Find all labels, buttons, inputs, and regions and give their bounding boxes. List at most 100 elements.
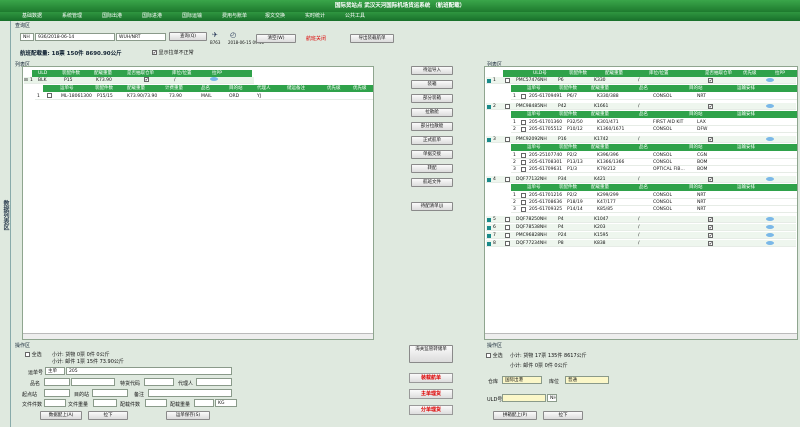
- show-unsigned-checkbox[interactable]: ✔: [152, 50, 157, 55]
- table-row[interactable]: 2 205-61705512 P10/12 K1360/1671 CONSOL DFW: [511, 126, 797, 133]
- table-row[interactable]: 6 DQF78538NH P4 K203 / ✔: [486, 224, 796, 231]
- view-icon[interactable]: [766, 225, 774, 229]
- row-checkbox[interactable]: [521, 207, 526, 212]
- menu-fees[interactable]: 费用与账单: [222, 12, 247, 21]
- row-checkbox[interactable]: [521, 127, 526, 132]
- left-hscrollbar[interactable]: [23, 333, 373, 339]
- customs-print-button[interactable]: 海关监管转储单: [409, 345, 453, 363]
- data-load-button[interactable]: 数据配上(A): [40, 411, 82, 420]
- row-checkbox[interactable]: [505, 241, 510, 246]
- pull-bulk-button[interactable]: 拉散舱: [411, 108, 453, 117]
- table-row[interactable]: ⊟ 1 BLK P15 K73.90 ✔ /: [24, 77, 254, 84]
- left-select-all[interactable]: 全选: [25, 351, 42, 358]
- transfer-button[interactable]: 转配: [411, 164, 453, 173]
- formal-manifest-button[interactable]: 正式航单: [411, 136, 453, 145]
- row-checkbox[interactable]: [505, 233, 510, 238]
- row-checkbox[interactable]: [521, 200, 526, 205]
- warehouse-select[interactable]: 国际出港: [502, 376, 542, 384]
- row-checkbox[interactable]: [505, 177, 510, 182]
- extracted-checkbox[interactable]: ✔: [708, 217, 713, 222]
- left-select-all-checkbox[interactable]: [25, 352, 30, 357]
- doc-handover-button[interactable]: 单据交接: [411, 150, 453, 159]
- table-row[interactable]: 1 205-61701360 P32/50 K301/471 FIRST AID KIT…: [511, 119, 797, 126]
- expand-toggle[interactable]: ⊟: [24, 77, 28, 84]
- row-checkbox[interactable]: [521, 94, 526, 99]
- export-load-sheet-button[interactable]: 导出装载航单: [350, 34, 394, 43]
- extracted-checkbox[interactable]: ✔: [708, 137, 713, 142]
- table-row[interactable]: 1 PMC57476NH P6 K330 / ✔: [486, 77, 796, 84]
- row-checkbox[interactable]: [505, 104, 510, 109]
- area-select[interactable]: 普通: [565, 376, 609, 384]
- view-icon[interactable]: [766, 78, 774, 82]
- menu-basic-data[interactable]: 基础数据: [22, 12, 42, 21]
- menu-messages[interactable]: 报文交换: [265, 12, 285, 21]
- extracted-checkbox[interactable]: ✔: [708, 78, 713, 83]
- flight-file-button[interactable]: 航班文件: [411, 178, 453, 187]
- awb-type-select[interactable]: 主单: [45, 367, 65, 375]
- partial-pull-bulk-button[interactable]: 部分拉散舱: [411, 122, 453, 131]
- clear-button[interactable]: 清空(W): [256, 34, 296, 43]
- pending-import-button[interactable]: 待运导入: [411, 66, 453, 75]
- right-select-all[interactable]: 全选: [486, 352, 503, 359]
- special-code-field[interactable]: [144, 378, 174, 386]
- table-row[interactable]: 8 DQF77234NH P8 K838 / ✔: [486, 240, 796, 247]
- load-manifest-button[interactable]: 装载航单: [409, 373, 453, 383]
- partial-pack-button[interactable]: 部分装箱: [411, 94, 453, 103]
- combo-load-button[interactable]: 拼箱配上(P): [493, 411, 537, 420]
- files-weight-field[interactable]: [93, 399, 117, 407]
- menu-intl-export[interactable]: 国际出港: [102, 12, 122, 21]
- row-checkbox[interactable]: [521, 193, 526, 198]
- menu-tools[interactable]: 公共工具: [345, 12, 365, 21]
- view-icon[interactable]: [766, 104, 774, 108]
- row-checkbox[interactable]: [521, 160, 526, 165]
- goods-detail-field[interactable]: [71, 378, 115, 386]
- row-checkbox[interactable]: [521, 120, 526, 125]
- flight-date-field[interactable]: 936/2018-06-14: [35, 33, 115, 41]
- uld-field[interactable]: [502, 394, 546, 402]
- remark-field[interactable]: [148, 389, 232, 397]
- origin-field[interactable]: [44, 389, 70, 397]
- menu-stats[interactable]: 实时统计: [305, 12, 325, 21]
- extracted-checkbox[interactable]: ✔: [708, 241, 713, 246]
- table-row[interactable]: 3 205-61709631 P1/3 K79/212 OPTICAL FIB... BO…: [511, 166, 797, 173]
- right-hscrollbar[interactable]: [485, 333, 797, 339]
- pack-button[interactable]: 装箱: [411, 80, 453, 89]
- files-field[interactable]: [44, 399, 66, 407]
- right-select-all-checkbox[interactable]: [486, 353, 491, 358]
- table-row[interactable]: 1 205-61701216 P2/2 K299/299 CONSOL NRT: [511, 192, 797, 199]
- right-pull-down-button[interactable]: 拉下: [543, 411, 583, 420]
- show-unsigned-option[interactable]: ✔ 显示拉单不正常: [152, 49, 194, 56]
- view-icon[interactable]: [210, 77, 218, 81]
- table-row[interactable]: 2 205-61708636 P18/19 K47/177 CONSOL NRT: [511, 199, 797, 206]
- extracted-checkbox[interactable]: ✔: [144, 77, 149, 82]
- route-select[interactable]: WUH/NRT: [116, 33, 166, 41]
- extracted-checkbox[interactable]: ✔: [708, 104, 713, 109]
- row-checkbox[interactable]: [505, 137, 510, 142]
- goods-field[interactable]: [44, 378, 70, 386]
- row-checkbox[interactable]: [521, 153, 526, 158]
- table-row[interactable]: 1 205-25107740 P2/2 K396/396 CONSOL CGN: [511, 152, 797, 159]
- extracted-checkbox[interactable]: ✔: [708, 177, 713, 182]
- extracted-checkbox[interactable]: ✔: [708, 225, 713, 230]
- menu-intl-transport[interactable]: 国际运输: [182, 12, 202, 21]
- dest-field[interactable]: [92, 389, 128, 397]
- row-checkbox[interactable]: [521, 167, 526, 172]
- row-checkbox[interactable]: [505, 78, 510, 83]
- weight-field[interactable]: [194, 399, 214, 407]
- left-pull-down-button[interactable]: 拉下: [88, 411, 128, 420]
- table-row[interactable]: 1 ML-18061300 P15/15 K73.90/73.90 73.90 …: [35, 93, 373, 100]
- unit-select[interactable]: KG: [215, 399, 237, 407]
- pending-list-button[interactable]: 待配清单(J): [411, 202, 453, 211]
- view-icon[interactable]: [766, 177, 774, 181]
- table-row[interactable]: 2 PMC98485NH P42 K1661 / ✔: [486, 103, 796, 110]
- house-tally-button[interactable]: 分单理货: [409, 405, 453, 415]
- view-icon[interactable]: [766, 233, 774, 237]
- awb-save-button[interactable]: 运单保存(S): [166, 411, 210, 420]
- view-icon[interactable]: [766, 137, 774, 141]
- table-row[interactable]: 3 PMC92092NH P16 K1742 / ✔: [486, 136, 796, 143]
- airline-prefix-field[interactable]: NH: [20, 33, 34, 41]
- table-row[interactable]: 4 DQF77132NH P34 K421 / ✔: [486, 176, 796, 183]
- pieces-field[interactable]: [145, 399, 167, 407]
- query-button[interactable]: 查询(Q): [169, 32, 207, 41]
- extracted-checkbox[interactable]: ✔: [708, 233, 713, 238]
